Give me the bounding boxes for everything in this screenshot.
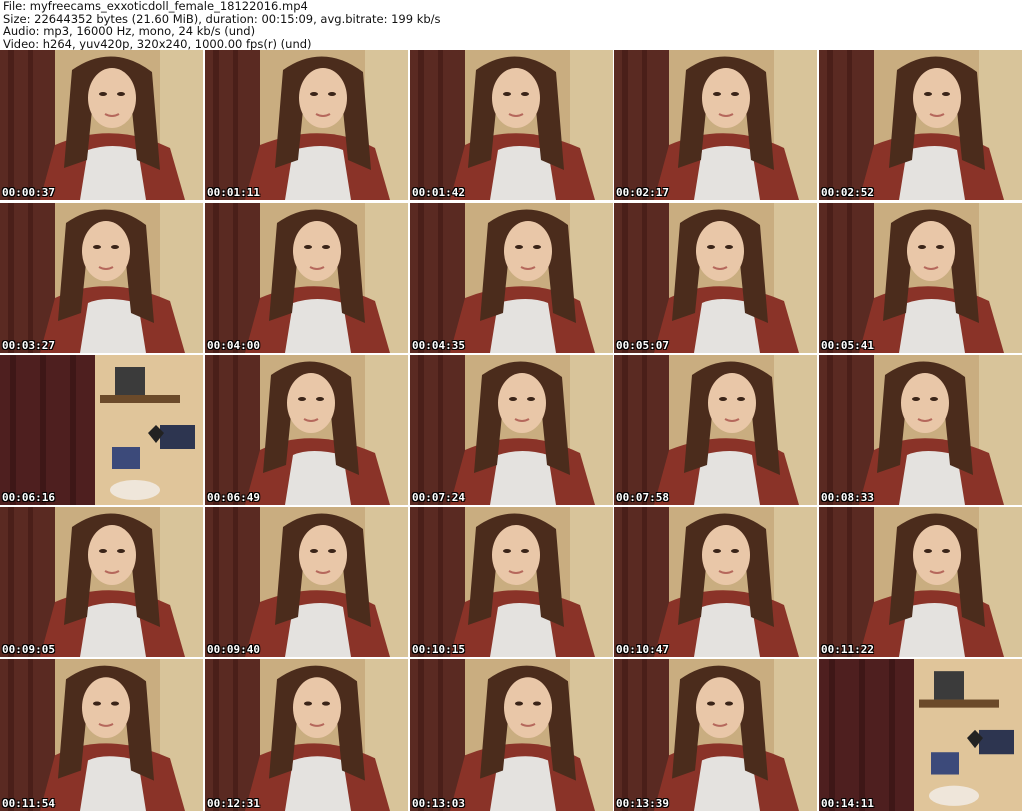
timestamp-label: 00:10:47 <box>616 643 669 656</box>
video-frame-image <box>410 659 613 811</box>
timestamp-label: 00:11:22 <box>821 643 874 656</box>
thumbnail-frame: 00:02:17 <box>614 50 817 200</box>
timestamp-label: 00:05:07 <box>616 339 669 352</box>
thumbnail-frame: 00:01:42 <box>410 50 613 200</box>
timestamp-label: 00:04:00 <box>207 339 260 352</box>
thumbnail-frame: 00:11:54 <box>0 659 203 811</box>
thumbnail-frame: 00:01:11 <box>205 50 408 200</box>
video-frame-image <box>410 50 613 200</box>
audio-line: Audio: mp3, 16000 Hz, mono, 24 kb/s (und… <box>3 24 256 39</box>
timestamp-label: 00:01:11 <box>207 186 260 199</box>
thumbnail-grid: 00:00:37 00:01:11 00:01:42 00:02:17 00:0… <box>0 50 1024 811</box>
video-frame-image <box>205 355 408 505</box>
video-frame-image <box>0 50 203 200</box>
thumbnail-frame: 00:05:41 <box>819 203 1022 353</box>
timestamp-label: 00:14:11 <box>821 797 874 810</box>
thumbnail-frame: 00:13:39 <box>614 659 817 811</box>
video-frame-image <box>205 50 408 200</box>
timestamp-label: 00:09:40 <box>207 643 260 656</box>
thumbnail-frame: 00:10:47 <box>614 507 817 657</box>
video-frame-image <box>614 50 817 200</box>
timestamp-label: 00:05:41 <box>821 339 874 352</box>
timestamp-label: 00:02:52 <box>821 186 874 199</box>
timestamp-label: 00:06:49 <box>207 491 260 504</box>
video-frame-image <box>614 659 817 811</box>
timestamp-label: 00:10:15 <box>412 643 465 656</box>
video-frame-image <box>410 507 613 657</box>
thumbnail-frame: 00:02:52 <box>819 50 1022 200</box>
timestamp-label: 00:03:27 <box>2 339 55 352</box>
video-frame-image <box>0 203 203 353</box>
thumbnail-frame: 00:04:00 <box>205 203 408 353</box>
thumbnail-frame: 00:05:07 <box>614 203 817 353</box>
timestamp-label: 00:13:03 <box>412 797 465 810</box>
video-frame-image <box>819 659 1022 811</box>
video-frame-image <box>819 50 1022 200</box>
timestamp-label: 00:00:37 <box>2 186 55 199</box>
timestamp-label: 00:06:16 <box>2 491 55 504</box>
timestamp-label: 00:04:35 <box>412 339 465 352</box>
video-frame-image <box>819 355 1022 505</box>
video-frame-image <box>614 203 817 353</box>
video-frame-image <box>410 203 613 353</box>
timestamp-label: 00:08:33 <box>821 491 874 504</box>
timestamp-label: 00:07:24 <box>412 491 465 504</box>
thumbnail-frame: 00:09:05 <box>0 507 203 657</box>
timestamp-label: 00:13:39 <box>616 797 669 810</box>
video-line: Video: h264, yuv420p, 320x240, 1000.00 f… <box>3 36 312 51</box>
thumbnail-frame: 00:03:27 <box>0 203 203 353</box>
video-frame-image <box>0 659 203 811</box>
timestamp-label: 00:01:42 <box>412 186 465 199</box>
file-name-line: File: myfreecams_exxoticdoll_female_1812… <box>3 0 308 13</box>
thumbnail-frame: 00:04:35 <box>410 203 613 353</box>
video-frame-image <box>205 659 408 811</box>
thumbnail-frame: 00:09:40 <box>205 507 408 657</box>
thumbnail-frame: 00:07:58 <box>614 355 817 505</box>
video-frame-image <box>614 355 817 505</box>
timestamp-label: 00:07:58 <box>616 491 669 504</box>
thumbnail-frame: 00:00:37 <box>0 50 203 200</box>
video-frame-image <box>819 507 1022 657</box>
timestamp-label: 00:12:31 <box>207 797 260 810</box>
video-frame-image <box>819 203 1022 353</box>
thumbnail-frame: 00:08:33 <box>819 355 1022 505</box>
timestamp-label: 00:02:17 <box>616 186 669 199</box>
thumbnail-frame: 00:07:24 <box>410 355 613 505</box>
timestamp-label: 00:11:54 <box>2 797 55 810</box>
thumbnail-frame: 00:12:31 <box>205 659 408 811</box>
thumbnail-frame: 00:13:03 <box>410 659 613 811</box>
thumbnail-frame: 00:11:22 <box>819 507 1022 657</box>
thumbnail-frame: 00:14:11 <box>819 659 1022 811</box>
video-frame-image <box>205 203 408 353</box>
file-info-header: File: myfreecams_exxoticdoll_female_1812… <box>3 0 1021 50</box>
thumbnail-frame: 00:06:16 <box>0 355 203 505</box>
timestamp-label: 00:09:05 <box>2 643 55 656</box>
video-frame-image <box>614 507 817 657</box>
thumbnail-frame: 00:06:49 <box>205 355 408 505</box>
video-frame-image <box>410 355 613 505</box>
video-frame-image <box>0 507 203 657</box>
video-frame-image <box>205 507 408 657</box>
video-frame-image <box>0 355 203 505</box>
thumbnail-frame: 00:10:15 <box>410 507 613 657</box>
